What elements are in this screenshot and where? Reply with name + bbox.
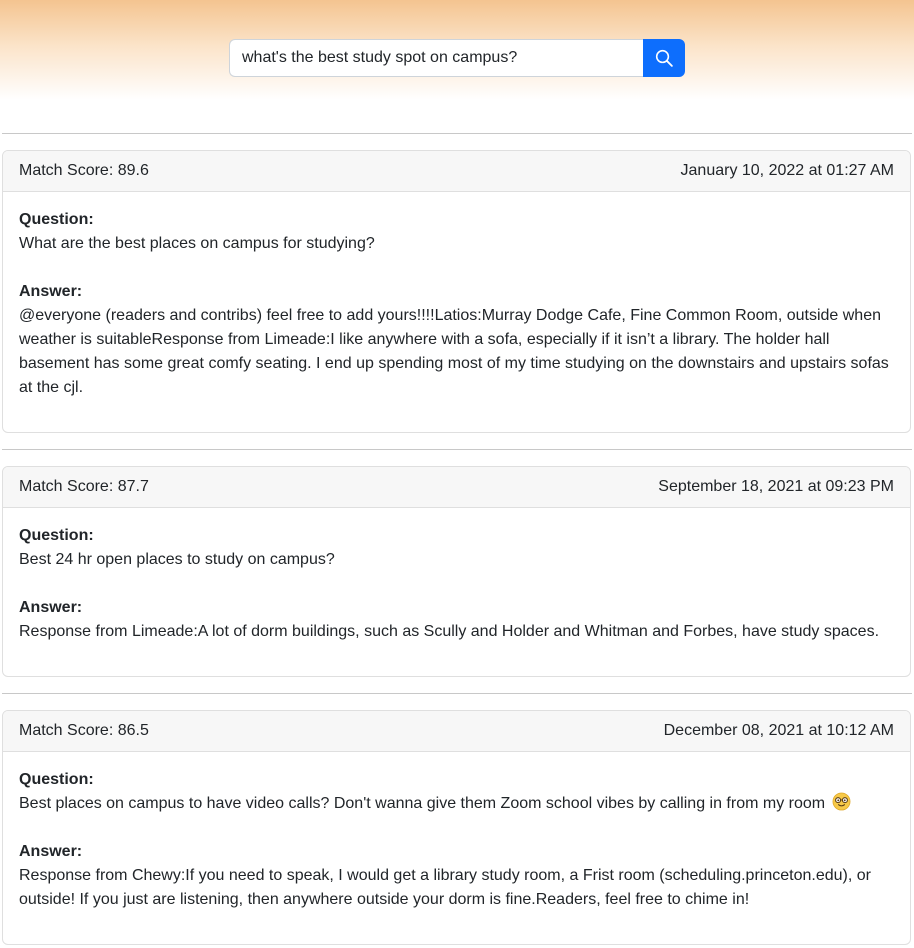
question-label: Question: [19, 527, 94, 544]
result-card: Match Score: 86.5 December 08, 2021 at 1… [2, 710, 911, 945]
result-date: September 18, 2021 at 09:23 PM [658, 478, 894, 495]
question-text: Best places on campus to have video call… [19, 795, 826, 812]
match-score: Match Score: 86.5 [19, 722, 149, 739]
result-divider [2, 693, 912, 694]
result-card-header: Match Score: 89.6 January 10, 2022 at 01… [3, 151, 910, 192]
search-button[interactable] [643, 39, 685, 77]
result-date: December 08, 2021 at 10:12 AM [663, 722, 894, 739]
search-icon [655, 49, 673, 67]
question-text: Best 24 hr open places to study on campu… [19, 551, 335, 568]
answer-label: Answer: [19, 283, 83, 300]
result-date: January 10, 2022 at 01:27 AM [680, 162, 894, 179]
answer-text: Response from Limeade:A lot of dorm buil… [19, 623, 880, 640]
answer-text: @everyone (readers and contribs) feel fr… [19, 307, 889, 396]
result-divider [2, 449, 912, 450]
search-input[interactable] [229, 39, 643, 77]
result-divider [2, 133, 912, 134]
answer-text: Response from Chewy:If you need to speak… [19, 867, 871, 908]
answer-label: Answer: [19, 843, 83, 860]
search-bar [229, 39, 685, 77]
match-score: Match Score: 89.6 [19, 162, 149, 179]
question-label: Question: [19, 771, 94, 788]
question-text-line: Best places on campus to have video call… [19, 792, 894, 816]
result-card-body: Question: Best 24 hr open places to stud… [3, 508, 910, 644]
result-card: Match Score: 87.7 September 18, 2021 at … [2, 466, 911, 677]
result-card-body: Question: Best places on campus to have … [3, 752, 910, 912]
result-card-body: Question: What are the best places on ca… [3, 192, 910, 400]
result-card-header: Match Score: 87.7 September 18, 2021 at … [3, 467, 910, 508]
question-text: What are the best places on campus for s… [19, 235, 375, 252]
question-label: Question: [19, 211, 94, 228]
result-card: Match Score: 89.6 January 10, 2022 at 01… [2, 150, 911, 433]
nerd-face-emoji-icon [832, 792, 850, 811]
answer-label: Answer: [19, 599, 83, 616]
match-score: Match Score: 87.7 [19, 478, 149, 495]
result-card-header: Match Score: 86.5 December 08, 2021 at 1… [3, 711, 910, 752]
